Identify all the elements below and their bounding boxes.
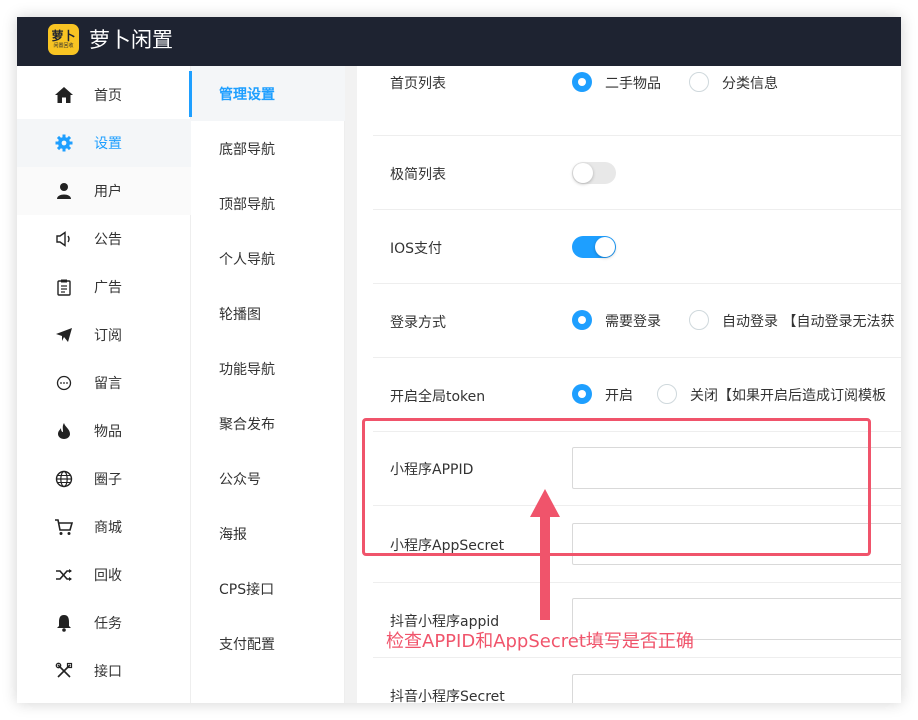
radio-label: 需要登录 [605, 314, 661, 330]
radio-label: 自动登录 【自动登录无法获 [722, 314, 895, 330]
sidebar-item-notice[interactable]: 公告 [17, 215, 191, 263]
chat-bubble-icon [53, 372, 75, 394]
radio-label: 开启 [605, 388, 633, 404]
sidebar-item-home[interactable]: 首页 [17, 71, 191, 119]
subnav-item-function-nav[interactable]: 功能导航 [191, 341, 345, 396]
sidebar-item-label: 留言 [94, 376, 122, 392]
sidebar-item-subscribe[interactable]: 订阅 [17, 311, 191, 359]
subnav-item-management[interactable]: 管理设置 [189, 66, 345, 121]
sidebar-item-ads[interactable]: 广告 [17, 263, 191, 311]
sidebar-item-label: 回收 [94, 568, 122, 584]
sidebar: 首页 设置 用户 公告 广告 订阅 留言 物品 圈子 商城 回收 任务 接口 [17, 66, 191, 703]
sidebar-item-goods[interactable]: 物品 [17, 407, 191, 455]
sidebar-item-messages[interactable]: 留言 [17, 359, 191, 407]
setting-label: 极简列表 [390, 167, 446, 183]
douyin-secret-input[interactable] [572, 674, 901, 703]
radio-category-info[interactable] [689, 72, 709, 92]
annotation-text: 检查APPID和AppSecret填写是否正确 [386, 631, 694, 652]
sidebar-item-settings[interactable]: 设置 [17, 119, 191, 167]
sidebar-item-label: 首页 [94, 88, 122, 104]
sidebar-item-mall[interactable]: 商城 [17, 503, 191, 551]
subnav-item-personal-nav[interactable]: 个人导航 [191, 231, 345, 286]
user-icon [53, 180, 75, 202]
ios-pay-toggle[interactable] [572, 236, 616, 258]
subnav-item-bottom-nav[interactable]: 底部导航 [191, 121, 345, 176]
setting-row-home-list: 首页列表 二手物品 分类信息 [373, 66, 901, 136]
setting-label: 首页列表 [390, 76, 446, 92]
subnav-item-poster[interactable]: 海报 [191, 506, 345, 561]
radio-auto-login[interactable] [689, 310, 709, 330]
setting-label: IOS支付 [390, 241, 443, 257]
content-gutter [345, 66, 357, 703]
gear-icon [53, 132, 75, 154]
paper-plane-icon [53, 324, 75, 346]
sidebar-item-label: 订阅 [94, 328, 122, 344]
simple-list-toggle[interactable] [572, 162, 616, 184]
sidebar-item-label: 接口 [94, 664, 122, 680]
subnav-item-aggregate-publish[interactable]: 聚合发布 [191, 396, 345, 451]
sidebar-item-users[interactable]: 用户 [17, 167, 191, 215]
bell-icon [53, 612, 75, 634]
mini-appid-input[interactable] [572, 447, 901, 489]
setting-label: 小程序APPID [390, 462, 474, 478]
radio-label: 分类信息 [722, 76, 778, 92]
setting-row-login-mode: 登录方式 需要登录 自动登录 【自动登录无法获 [373, 284, 901, 358]
cart-icon [53, 516, 75, 538]
radio-require-login[interactable] [572, 310, 592, 330]
top-bar: 萝卜 闲置回收 萝卜闲置 [17, 17, 901, 66]
fire-icon [53, 420, 75, 442]
setting-row-simple-list: 极简列表 [373, 136, 901, 210]
subnav-item-payment-config[interactable]: 支付配置 [191, 616, 345, 671]
sidebar-item-label: 商城 [94, 520, 122, 536]
setting-row-global-token: 开启全局token 开启 关闭【如果开启后造成订阅模板 [373, 358, 901, 432]
logo-subtext: 闲置回收 [53, 42, 74, 49]
globe-icon [53, 468, 75, 490]
radio-label: 关闭【如果开启后造成订阅模板 [690, 388, 886, 404]
setting-row-douyin-secret: 抖音小程序Secret [373, 658, 901, 703]
logo-text: 萝卜 [51, 28, 76, 43]
radio-token-off[interactable] [657, 384, 677, 404]
subnav-item-carousel[interactable]: 轮播图 [191, 286, 345, 341]
radio-label: 二手物品 [605, 76, 661, 92]
setting-row-mini-appid: 小程序APPID [373, 432, 901, 506]
subnav-item-top-nav[interactable]: 顶部导航 [191, 176, 345, 231]
sidebar-item-label: 公告 [94, 232, 122, 248]
brand-logo: 萝卜 闲置回收 [48, 24, 79, 55]
sidebar-item-label: 用户 [94, 184, 122, 200]
sidebar-item-recycle[interactable]: 回收 [17, 551, 191, 599]
sidebar-item-label: 物品 [94, 424, 122, 440]
speaker-icon [53, 228, 75, 250]
subnav-item-official-account[interactable]: 公众号 [191, 451, 345, 506]
brand-title: 萝卜闲置 [89, 28, 173, 52]
sidebar-item-label: 广告 [94, 280, 122, 296]
subnav-item-cps-api[interactable]: CPS接口 [191, 561, 345, 616]
setting-label: 开启全局token [390, 389, 486, 405]
settings-form: 首页列表 二手物品 分类信息 极简列表 IOS支付 登录方式 需要登录 自动登录… [357, 66, 901, 703]
settings-subnav: 管理设置 底部导航 顶部导航 个人导航 轮播图 功能导航 聚合发布 公众号 海报… [189, 66, 345, 703]
sidebar-item-api[interactable]: 接口 [17, 647, 191, 695]
sidebar-item-label: 圈子 [94, 472, 122, 488]
setting-label: 登录方式 [390, 315, 446, 331]
shuffle-icon [53, 564, 75, 586]
tools-icon [53, 660, 75, 682]
radio-token-on[interactable] [572, 384, 592, 404]
setting-label: 小程序AppSecret [390, 538, 505, 554]
setting-row-mini-secret: 小程序AppSecret [373, 506, 901, 583]
sidebar-item-label: 设置 [94, 136, 122, 152]
setting-row-ios-pay: IOS支付 [373, 210, 901, 284]
mini-secret-input[interactable] [572, 523, 901, 565]
radio-secondhand[interactable] [572, 72, 592, 92]
setting-label: 抖音小程序Secret [390, 689, 505, 703]
sidebar-item-label: 任务 [94, 616, 122, 632]
app-window: 萝卜 闲置回收 萝卜闲置 首页 设置 用户 公告 广告 订阅 留言 物品 圈子 … [17, 17, 901, 703]
home-icon [53, 84, 75, 106]
annotation-arrow-icon [530, 489, 560, 620]
sidebar-item-circle[interactable]: 圈子 [17, 455, 191, 503]
clipboard-icon [53, 276, 75, 298]
sidebar-item-tasks[interactable]: 任务 [17, 599, 191, 647]
